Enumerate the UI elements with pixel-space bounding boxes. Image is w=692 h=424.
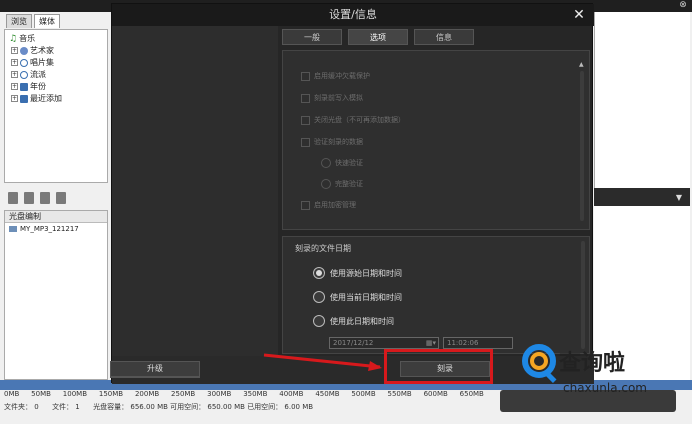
watermark: 查询啦 chaxunla.com: [519, 341, 692, 411]
disc-toolbar: [4, 188, 108, 208]
ruler-label: 300MB: [207, 390, 232, 398]
radio-button[interactable]: [321, 158, 331, 168]
tree-item-artist[interactable]: + 艺术家: [11, 45, 54, 56]
ruler-label: 550MB: [387, 390, 412, 398]
ruler-label: 600MB: [423, 390, 448, 398]
radio-button-selected[interactable]: [313, 267, 325, 279]
chevron-down-icon[interactable]: ▼: [676, 193, 682, 202]
tree-item-album[interactable]: + 唱片集: [11, 57, 54, 68]
copy-file-icon[interactable]: [40, 192, 50, 204]
watermark-url: chaxunla.com: [563, 381, 647, 395]
tab-info[interactable]: 信息: [414, 29, 474, 45]
close-icon[interactable]: ✕: [572, 7, 586, 23]
expand-icon[interactable]: +: [11, 59, 18, 66]
checkbox[interactable]: [301, 137, 310, 147]
option-verify-data[interactable]: 验证刻录的数据: [301, 137, 363, 147]
tree-item-music[interactable]: ♫ 音乐: [9, 33, 35, 44]
file-date-title: 刻录的文件日期: [295, 244, 351, 253]
ruler-label: 400MB: [279, 390, 304, 398]
annotation-highlight-box: [384, 349, 493, 384]
options-scrollbar[interactable]: ▲: [579, 61, 585, 225]
date-input[interactable]: 2017/12/12 ▦▾: [329, 337, 439, 349]
tab-general[interactable]: 一般: [282, 29, 342, 45]
ruler-label: 150MB: [98, 390, 124, 398]
option-simulate-write[interactable]: 刻录前写入模拟: [301, 93, 363, 103]
ruler-labels: 0MB 50MB 100MB 150MB 200MB 250MB 300MB 3…: [4, 390, 484, 399]
ruler-label: 350MB: [243, 390, 268, 398]
date-scrollbar[interactable]: [581, 241, 585, 349]
expand-icon[interactable]: +: [11, 71, 18, 78]
ruler-label: 0MB: [4, 390, 20, 398]
settings-dialog: 设置/信息 ✕ 一般 选项 信息 启用缓冲欠载保护 刻录前写入模拟 关闭光盘（不…: [110, 3, 594, 384]
dialog-title: 设置/信息: [112, 4, 594, 26]
disc-item-icon: [9, 226, 17, 232]
tab-media[interactable]: 媒体: [34, 14, 60, 28]
radio-button[interactable]: [313, 315, 325, 327]
options-panel: 启用缓冲欠载保护 刻录前写入模拟 关闭光盘（不可再添加数据） 验证刻录的数据 快…: [282, 50, 590, 230]
radio-dot: [316, 270, 322, 276]
calendar-icon: [20, 82, 28, 91]
radio-custom-date[interactable]: 使用此日期和时间: [313, 315, 394, 327]
time-input[interactable]: 11:02:06: [443, 337, 513, 349]
music-note-icon: ♫: [9, 33, 18, 44]
upgrade-button[interactable]: 升级: [110, 361, 200, 377]
browser-tabs: 浏览 媒体: [6, 14, 60, 28]
album-icon: [20, 58, 28, 67]
ruler-label: 650MB: [459, 390, 484, 398]
tree-item-recent[interactable]: + 最近添加: [11, 93, 62, 104]
dialog-tabs: 一般 选项 信息: [282, 29, 474, 45]
expand-icon[interactable]: +: [11, 83, 18, 90]
dialog-left-panel: [112, 26, 278, 356]
radio-button[interactable]: [321, 179, 331, 189]
option-full-verify[interactable]: 完整验证: [321, 179, 363, 189]
content-divider-bar: ▼: [594, 188, 690, 206]
file-date-panel: 刻录的文件日期 使用源始日期和时间 使用当前日期和时间 使用此日期和时间 201…: [282, 236, 590, 354]
tab-browse[interactable]: 浏览: [6, 14, 32, 28]
expand-icon[interactable]: +: [11, 95, 18, 102]
expand-icon[interactable]: +: [11, 47, 18, 54]
recent-icon: [20, 94, 28, 103]
remove-file-icon[interactable]: [56, 192, 66, 204]
checkbox[interactable]: [301, 115, 310, 125]
annotation-arrow: [263, 353, 382, 371]
ruler-label: 100MB: [62, 390, 87, 398]
disc-item[interactable]: MY_MP3_121217: [5, 223, 107, 235]
app-close-icon[interactable]: ⊗: [676, 0, 690, 12]
scroll-thumb[interactable]: [580, 71, 584, 221]
ruler-label: 450MB: [315, 390, 340, 398]
checkbox[interactable]: [301, 200, 310, 210]
person-icon: [20, 46, 28, 55]
tree-item-year[interactable]: + 年份: [11, 81, 46, 92]
option-close-disc[interactable]: 关闭光盘（不可再添加数据）: [301, 115, 405, 125]
ruler-label: 500MB: [351, 390, 376, 398]
option-buffer-underrun[interactable]: 启用缓冲欠载保护: [301, 71, 370, 81]
radio-original-date[interactable]: 使用源始日期和时间: [313, 267, 402, 279]
ruler-label: 250MB: [171, 390, 196, 398]
new-file-icon[interactable]: [8, 192, 18, 204]
option-encryption[interactable]: 启用加密管理: [301, 200, 356, 210]
watermark-text: 查询啦: [559, 350, 626, 376]
ruler-label: 50MB: [31, 390, 51, 398]
tab-options[interactable]: 选项: [348, 29, 408, 45]
checkbox[interactable]: [301, 71, 310, 81]
genre-icon: [20, 70, 28, 79]
status-bar: 文件夹： 0 文件： 1 光盘容量： 656.00 MB 可用空间： 650.0…: [4, 403, 314, 411]
radio-current-date[interactable]: 使用当前日期和时间: [313, 291, 402, 303]
content-pane: [594, 12, 690, 190]
add-file-icon[interactable]: [24, 192, 34, 204]
calendar-dropdown-icon[interactable]: ▦▾: [426, 338, 436, 348]
ruler-label: 200MB: [134, 390, 160, 398]
radio-button[interactable]: [313, 291, 325, 303]
magnifier-logo-icon: [522, 344, 557, 383]
disc-compilation-panel: 光盘编制 MY_MP3_121217: [4, 210, 108, 380]
tree-item-genre[interactable]: + 流派: [11, 69, 46, 80]
media-tree: ♫ 音乐 + 艺术家 + 唱片集 + 流派 + 年份 + 最近添加: [4, 29, 108, 183]
checkbox[interactable]: [301, 93, 310, 103]
scroll-up-icon[interactable]: ▲: [579, 61, 584, 68]
option-quick-verify[interactable]: 快速验证: [321, 158, 363, 168]
disc-panel-header: 光盘编制: [5, 211, 107, 223]
